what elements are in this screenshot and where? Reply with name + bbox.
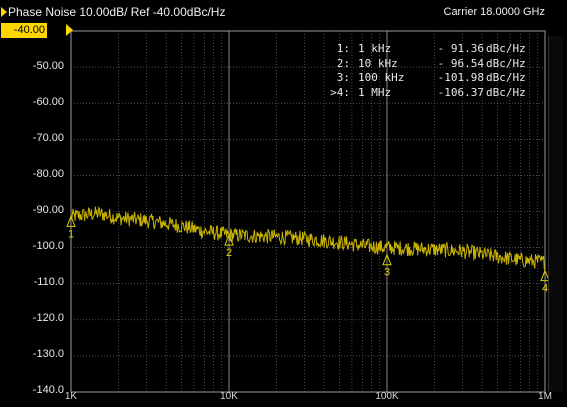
marker-frequency: 100 kHz (358, 71, 405, 84)
x-tick-label: 1K (65, 391, 78, 402)
marker-frequency: 1 MHz (358, 85, 392, 99)
carrier-frequency[interactable]: Carrier 18.0000 GHz (444, 6, 546, 18)
trace-title[interactable]: Phase Noise 10.00dB/ Ref -40.00dBc/Hz (8, 5, 225, 19)
marker-row[interactable]: 3: 100 kHz -101.98 dBc/Hz (322, 71, 526, 86)
x-tick-label: 1M (538, 391, 552, 402)
marker-row[interactable]: 1: 1 kHz - 91.36 dBc/Hz (322, 42, 526, 57)
marker-value: -106.37 (437, 85, 484, 99)
active-trace-icon[interactable] (1, 7, 7, 17)
x-tick-label: 10K (220, 391, 238, 402)
marker-unit: dBc/Hz (486, 85, 526, 99)
phase-noise-screen: 1K 10K 100K 1M 1 2 3 4 Phase Noise 10.00dB/ Ref… (0, 0, 567, 407)
marker-row[interactable]: >4: 1 MHz -106.37 dBc/Hz (322, 86, 526, 101)
marker-id: 3: (336, 71, 350, 84)
y-tick-label: -120.0 (32, 312, 64, 324)
marker-id: >4: (330, 85, 350, 99)
y-tick-label: -100.0 (32, 240, 64, 252)
y-tick-label: -110.0 (33, 276, 64, 288)
reference-level-badge[interactable]: -40.00 (1, 23, 47, 38)
marker-frequency: 10 kHz (358, 56, 398, 70)
y-tick-label: -80.00 (32, 168, 64, 180)
x-tick-label: 100K (375, 391, 399, 402)
marker-id: 1: (336, 42, 350, 55)
marker-unit: dBc/Hz (486, 56, 526, 70)
y-tick-label: -90.00 (32, 204, 64, 216)
marker-row[interactable]: 2: 10 kHz - 96.54 dBc/Hz (322, 57, 526, 72)
trace-header: Phase Noise 10.00dB/ Ref -40.00dBc/Hz Ca… (0, 0, 567, 24)
marker-unit: dBc/Hz (486, 42, 526, 55)
marker-label: 1 (68, 228, 74, 240)
marker-value: -101.98 (437, 71, 484, 84)
phase-noise-trace (70, 206, 546, 271)
y-tick-label: -60.00 (32, 96, 64, 108)
marker-label: 2 (226, 247, 232, 259)
marker-unit: dBc/Hz (486, 71, 526, 84)
reference-level-arrow-icon[interactable] (66, 24, 73, 36)
marker-value: - 91.36 (437, 42, 484, 55)
y-tick-label: -130.0 (32, 348, 64, 360)
y-tick-label: -140.0 (32, 384, 64, 396)
y-tick-label: -50.00 (32, 60, 64, 72)
marker-id: 2: (336, 56, 350, 70)
marker-frequency: 1 kHz (358, 42, 392, 55)
marker-value: - 96.54 (437, 56, 484, 70)
marker-readout-table: 1: 1 kHz - 91.36 dBc/Hz 2: 10 kHz - 96.54 dBc/… (322, 42, 526, 100)
vertical-scrollbar[interactable] (548, 36, 563, 392)
y-tick-label: -70.00 (32, 132, 64, 144)
marker-label: 3 (384, 267, 390, 279)
